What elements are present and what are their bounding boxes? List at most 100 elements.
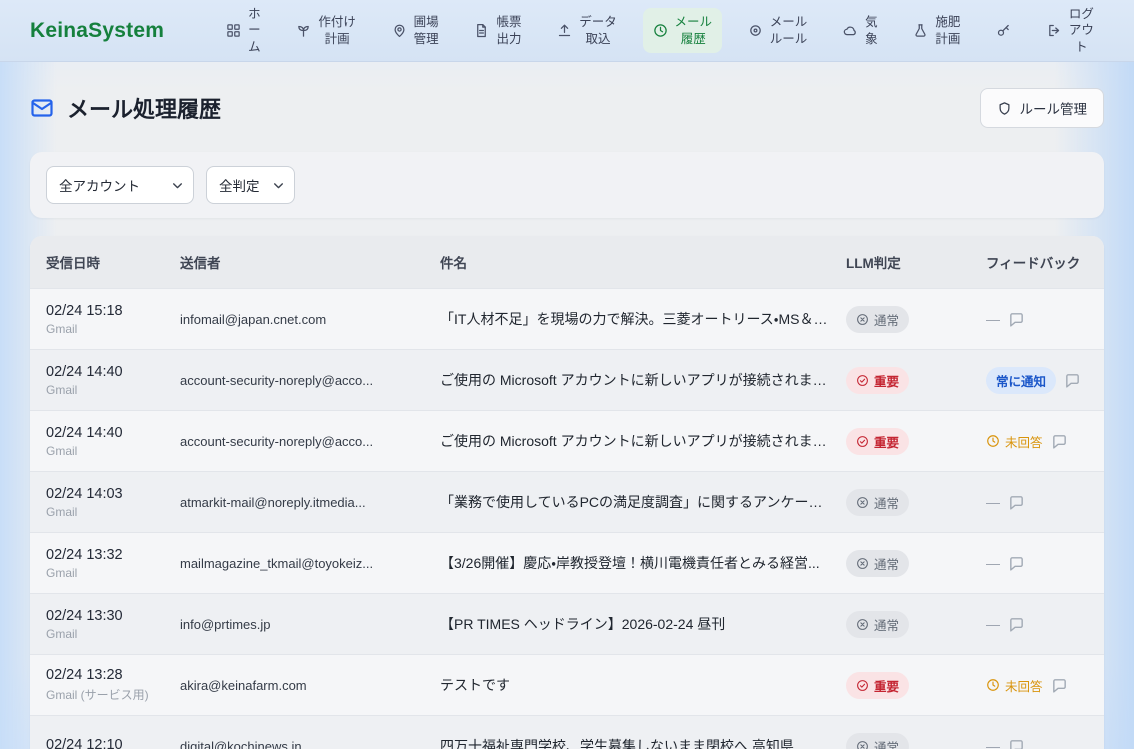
table-row[interactable]: 02/24 13:32 Gmail mailmagazine_tkmail@to…: [30, 532, 1104, 593]
document-icon: [474, 23, 489, 38]
sender-address: mailmagazine_tkmail@toyokeiz...: [180, 556, 440, 571]
received-time: 02/24 14:03: [46, 486, 180, 502]
mail-history-table: 受信日時 送信者 件名 LLM判定 フィードバック 02/24 15:18 Gm…: [30, 236, 1104, 749]
comment-icon[interactable]: [1008, 738, 1025, 749]
rule-manage-button[interactable]: ルール管理: [980, 88, 1105, 128]
app-window: KeinaSystem ホ ー ム作付け 計画圃場 管理帳票 出力データ 取込メ…: [0, 0, 1134, 749]
cell-feedback: —: [986, 311, 1104, 328]
account-label: Gmail (サービス用): [46, 686, 180, 703]
nav-item-planting-plan[interactable]: 作付け 計画: [286, 8, 366, 53]
table-row[interactable]: 02/24 12:10 digital@kochinews.in... 四万十福…: [30, 715, 1104, 749]
nav-items: ホ ー ム作付け 計画圃場 管理 帳票 出力 データ 取込メール 履歴 メール ルール…: [216, 0, 1104, 61]
cell-received-at: 02/24 14:40 Gmail: [30, 364, 180, 397]
nav-item-logout[interactable]: ログ アウ ト: [1037, 0, 1104, 61]
comment-icon[interactable]: [1008, 616, 1025, 633]
main-content: メール処理履歴 ルール管理 全アカウント 全判定: [0, 62, 1134, 749]
chevron-down-icon: [272, 179, 285, 192]
account-filter-select[interactable]: 全アカウント: [46, 166, 194, 204]
cell-sender: account-security-noreply@acco...: [180, 373, 440, 388]
nav-item-key[interactable]: [986, 17, 1021, 44]
cell-sender: digital@kochinews.in...: [180, 739, 440, 749]
header-llm-judgment: LLM判定: [846, 252, 986, 272]
sender-address: account-security-noreply@acco...: [180, 373, 440, 388]
judgment-badge: 通常: [846, 489, 909, 516]
nav-item-label: 気 象: [865, 14, 878, 47]
header-sender: 送信者: [180, 252, 440, 272]
table-row[interactable]: 02/24 14:40 Gmail account-security-norep…: [30, 349, 1104, 410]
comment-icon[interactable]: [1008, 494, 1025, 511]
page-title-wrap: メール処理履歴: [30, 92, 221, 124]
cell-subject: 【PR TIMES ヘッドライン】2026-02-24 昼刊: [440, 614, 846, 634]
nav-item-fertilizer-plan[interactable]: 施肥 計画: [903, 8, 970, 53]
nav-item-field-manage[interactable]: 圃場 管理: [382, 8, 449, 53]
sender-address: info@prtimes.jp: [180, 617, 440, 632]
clock-icon: [986, 678, 1000, 692]
table-body: 02/24 15:18 Gmail infomail@japan.cnet.co…: [30, 288, 1104, 749]
table-row[interactable]: 02/24 13:28 Gmail (サービス用) akira@keinafar…: [30, 654, 1104, 715]
feedback-empty: —: [986, 311, 1000, 327]
account-label: Gmail: [46, 444, 180, 458]
sender-address: atmarkit-mail@noreply.itmedia...: [180, 495, 440, 510]
table-row[interactable]: 02/24 15:18 Gmail infomail@japan.cnet.co…: [30, 288, 1104, 349]
nav-item-label: 帳票 出力: [496, 14, 521, 47]
nav-item-label: データ 取込: [579, 14, 617, 47]
feedback-empty: —: [986, 616, 1000, 632]
cell-subject: ご使用の Microsoft アカウントに新しいアプリが接続されました: [440, 431, 846, 451]
subject-text: 【3/26開催】慶応・岸教授登壇！横川電機責任者とみる経営...: [440, 553, 832, 573]
nav-item-mail-rules[interactable]: メール ルール: [738, 8, 818, 53]
cell-llm-judgment: 通常: [846, 611, 986, 638]
check-circle-icon: [856, 679, 869, 692]
top-nav: KeinaSystem ホ ー ム作付け 計画圃場 管理帳票 出力データ 取込メ…: [0, 0, 1134, 62]
account-filter-value: 全アカウント: [59, 175, 140, 195]
comment-icon[interactable]: [1051, 433, 1068, 450]
cell-received-at: 02/24 14:03 Gmail: [30, 486, 180, 519]
upload-icon: [557, 23, 572, 38]
cell-llm-judgment: 重要: [846, 428, 986, 455]
cell-subject: 【3/26開催】慶応・岸教授登壇！横川電機責任者とみる経営...: [440, 553, 846, 573]
nav-item-label: メール ルール: [770, 14, 808, 47]
mail-history-icon: [653, 23, 668, 38]
cell-received-at: 02/24 13:32 Gmail: [30, 547, 180, 580]
table-row[interactable]: 02/24 14:40 Gmail account-security-norep…: [30, 410, 1104, 471]
account-label: Gmail: [46, 627, 180, 641]
cell-feedback: —: [986, 555, 1104, 572]
table-row[interactable]: 02/24 14:03 Gmail atmarkit-mail@noreply.…: [30, 471, 1104, 532]
nav-item-weather[interactable]: 気 象: [833, 8, 888, 53]
cell-sender: akira@keinafarm.com: [180, 678, 440, 693]
feedback-pending: 未回答: [986, 432, 1043, 451]
comment-icon[interactable]: [1064, 372, 1081, 389]
cell-subject: 「IT人材不足」を現場の力で解決。三菱オートリース・MS＆AD...: [440, 309, 846, 329]
cell-feedback: 未回答: [986, 676, 1104, 695]
comment-icon[interactable]: [1008, 311, 1025, 328]
nav-item-data-import[interactable]: データ 取込: [547, 8, 627, 53]
x-circle-icon: [856, 313, 869, 326]
cell-received-at: 02/24 13:28 Gmail (サービス用): [30, 667, 180, 703]
cell-llm-judgment: 通常: [846, 733, 986, 749]
received-time: 02/24 13:28: [46, 667, 180, 683]
cell-llm-judgment: 通常: [846, 550, 986, 577]
table-row[interactable]: 02/24 13:30 Gmail info@prtimes.jp 【PR TI…: [30, 593, 1104, 654]
account-label: Gmail: [46, 322, 180, 336]
nav-item-report-output[interactable]: 帳票 出力: [464, 8, 531, 53]
nav-item-mail-history[interactable]: メール 履歴: [643, 8, 723, 53]
cell-sender: info@prtimes.jp: [180, 617, 440, 632]
comment-icon[interactable]: [1051, 677, 1068, 694]
flask-icon: [913, 23, 928, 38]
mail-icon: [30, 96, 54, 120]
feedback-empty: —: [986, 738, 1000, 749]
cell-llm-judgment: 重要: [846, 672, 986, 699]
judgment-filter-select[interactable]: 全判定: [206, 166, 295, 204]
judgment-badge: 通常: [846, 733, 909, 749]
map-pin-icon: [392, 23, 407, 38]
header-subject: 件名: [440, 252, 846, 272]
nav-item-home[interactable]: ホ ー ム: [216, 0, 271, 61]
brand-logo[interactable]: KeinaSystem: [30, 19, 164, 43]
cell-sender: account-security-noreply@acco...: [180, 434, 440, 449]
subject-text: 四万十福祉専門学校、学生募集しないまま閉校へ 高知県...: [440, 736, 832, 749]
shield-icon: [997, 101, 1012, 116]
sprout-icon: [296, 23, 311, 38]
received-time: 02/24 15:18: [46, 303, 180, 319]
comment-icon[interactable]: [1008, 555, 1025, 572]
subject-text: 【PR TIMES ヘッドライン】2026-02-24 昼刊: [440, 614, 832, 634]
check-circle-icon: [856, 374, 869, 387]
